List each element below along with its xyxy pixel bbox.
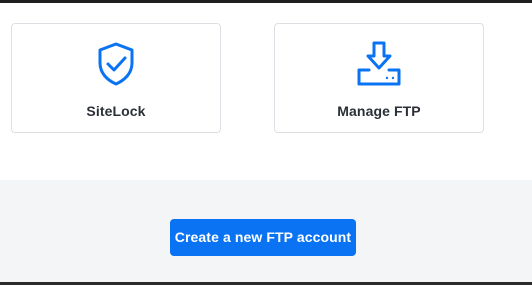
create-ftp-account-button[interactable]: Create a new FTP account: [170, 219, 356, 256]
top-edge: [0, 0, 532, 3]
sitelock-card-label: SiteLock: [86, 103, 146, 119]
manage-ftp-card-label: Manage FTP: [337, 103, 421, 119]
sitelock-card[interactable]: SiteLock: [11, 23, 221, 133]
download-server-icon: [355, 40, 403, 88]
shield-check-icon: [92, 40, 140, 88]
manage-ftp-card[interactable]: Manage FTP: [274, 23, 484, 133]
